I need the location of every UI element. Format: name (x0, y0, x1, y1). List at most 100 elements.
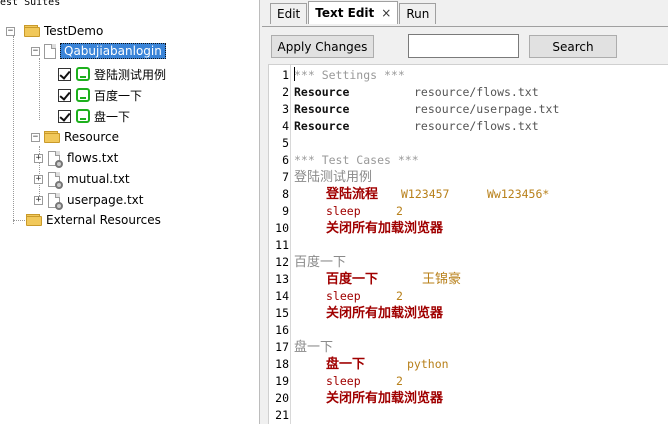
line-number: 2 (282, 85, 289, 99)
tree-toggle-icon[interactable]: − (31, 133, 40, 142)
setting-value: resource/userpage.txt (414, 102, 560, 116)
resource-file-icon (48, 171, 63, 189)
checkbox-icon[interactable] (58, 88, 71, 102)
tree-node-external[interactable]: External Resources (26, 210, 161, 230)
tree-guide (39, 58, 40, 120)
code-line: 14 sleep 2 (269, 288, 668, 305)
code-line: 11 (269, 237, 668, 254)
checkbox-icon[interactable] (58, 67, 71, 81)
line-number: 18 (275, 357, 289, 371)
step-keyword: 盘一下 (326, 357, 366, 372)
folder-icon (24, 25, 40, 37)
step-keyword: 关闭所有加载浏览器 (326, 391, 444, 406)
tree-toggle-icon[interactable]: − (6, 27, 15, 36)
line-number: 13 (275, 272, 289, 286)
tree-toggle-icon[interactable]: + (34, 154, 43, 163)
testcase-name: 登陆测试用例 (294, 170, 373, 185)
tab-label: Edit (277, 7, 301, 21)
line-number: 3 (282, 102, 289, 116)
testcase-icon (76, 88, 90, 102)
editor-panel: Edit Text Edit × Run Apply Changes Searc… (262, 0, 668, 424)
tree-toggle-icon[interactable]: + (34, 196, 43, 205)
code-line: 7 登陆测试用例 (269, 169, 668, 186)
code-line: 21 (269, 407, 668, 424)
testcase-name: 盘一下 (294, 340, 334, 355)
testcase-icon (76, 67, 90, 81)
line-number: 9 (282, 204, 289, 218)
tree-label-resource-file: mutual.txt (67, 172, 130, 186)
setting-value: resource/flows.txt (414, 85, 539, 99)
code-line: 8 登陆流程 W123457 Ww123456* (269, 186, 668, 203)
folder-icon (44, 131, 60, 143)
code-line: 17 盘一下 (269, 339, 668, 356)
setting-keyword: Resource (294, 119, 350, 133)
line-number: 10 (275, 221, 289, 235)
tab-text-edit[interactable]: Text Edit × (308, 1, 399, 24)
code-line: 2 Resource resource/flows.txt (269, 84, 668, 101)
step-argument: 2 (396, 289, 403, 303)
line-number: 21 (275, 408, 289, 422)
search-button[interactable]: Search (529, 35, 617, 58)
setting-value: resource/flows.txt (414, 119, 539, 133)
tree-guide (13, 36, 14, 224)
tree-node-case[interactable]: 百度一下 (58, 85, 142, 105)
search-input[interactable] (408, 34, 519, 58)
resource-file-icon (48, 192, 63, 210)
tab-label: Run (406, 7, 430, 21)
tree-toggle-icon[interactable]: + (34, 175, 43, 184)
line-number: 7 (282, 170, 289, 184)
line-number: 11 (275, 238, 289, 252)
suite-tree: − TestDemo − Qabujiabanlogin 登陆测试用例 百度一下 (0, 0, 259, 424)
tree-label-external: External Resources (46, 213, 161, 227)
text-editor[interactable]: 1 *** Settings *** 2 Resource resource/flow… (268, 64, 668, 424)
test-suites-panel: Test Suites − TestDemo − Qabujiabanlogin (0, 0, 260, 424)
line-number: 20 (275, 391, 289, 405)
step-argument: 2 (396, 204, 403, 218)
tab-edit[interactable]: Edit (270, 3, 308, 24)
testcase-name: 百度一下 (294, 255, 347, 270)
code-line: 13 百度一下 王锦豪 (269, 271, 668, 288)
testcase-icon (76, 109, 90, 123)
tree-label-resource-file: flows.txt (67, 151, 119, 165)
line-number: 12 (275, 255, 289, 269)
code-line: 5 (269, 135, 668, 152)
step-argument: Ww123456* (487, 187, 550, 201)
code-line: 20 关闭所有加载浏览器 (269, 390, 668, 407)
line-number: 15 (275, 306, 289, 320)
code-line: 6 *** Test Cases *** (269, 152, 668, 169)
step-keyword: sleep (326, 289, 361, 303)
setting-keyword: Resource (294, 102, 350, 116)
tree-label-suite: Qabujiabanlogin (60, 43, 166, 59)
settings-header: *** Settings *** (294, 68, 405, 82)
step-argument: 2 (396, 374, 403, 388)
tree-node-case[interactable]: 登陆测试用例 (58, 64, 166, 84)
step-argument: python (407, 357, 449, 371)
tree-label-case: 百度一下 (94, 88, 143, 103)
line-number: 16 (275, 323, 289, 337)
line-number: 19 (275, 374, 289, 388)
step-keyword: 关闭所有加载浏览器 (326, 221, 444, 236)
code-line: 12 百度一下 (269, 254, 668, 271)
code-line: 1 *** Settings *** (269, 67, 668, 84)
tab-bar: Edit Text Edit × Run (270, 1, 437, 25)
step-keyword: 登陆流程 (326, 187, 379, 202)
line-number: 1 (282, 68, 289, 82)
setting-keyword: Resource (294, 85, 350, 99)
code-line: 16 (269, 322, 668, 339)
line-number: 5 (282, 136, 289, 150)
close-icon[interactable]: × (381, 6, 391, 20)
tree-node-case[interactable]: 盘一下 (58, 106, 130, 126)
tab-run[interactable]: Run (399, 3, 437, 24)
tree-toggle-icon[interactable]: − (31, 47, 40, 56)
tree-label-resource: Resource (64, 130, 120, 144)
code-line: 4 Resource resource/flows.txt (269, 118, 668, 135)
code-line: 3 Resource resource/userpage.txt (269, 101, 668, 118)
step-argument: 王锦豪 (422, 272, 462, 287)
line-number: 4 (282, 119, 289, 133)
step-argument: W123457 (401, 187, 450, 201)
code-line: 9 sleep 2 (269, 203, 668, 220)
apply-changes-button[interactable]: Apply Changes (271, 35, 374, 58)
folder-icon (26, 214, 42, 226)
testcases-header: *** Test Cases *** (294, 153, 419, 167)
checkbox-icon[interactable] (58, 109, 71, 123)
